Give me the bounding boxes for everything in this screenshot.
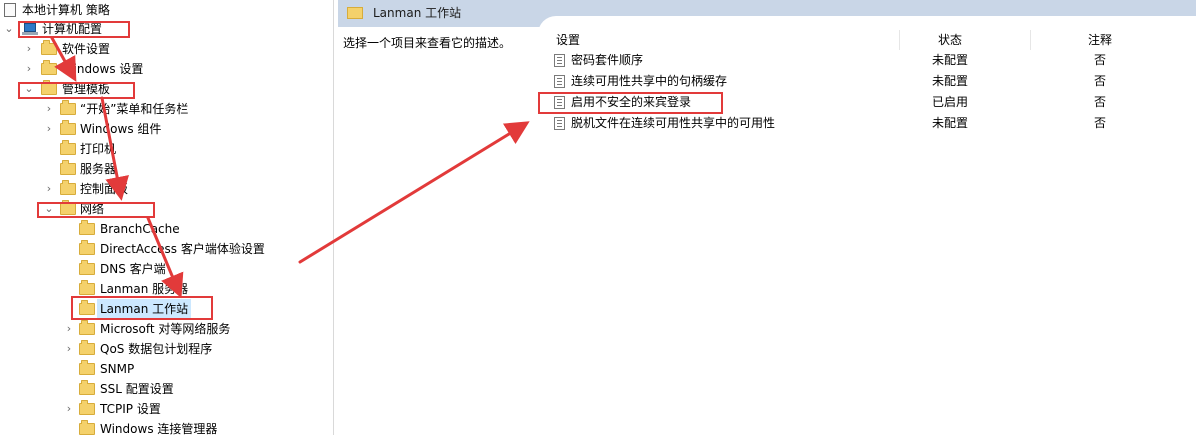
tree-item-label: Lanman 工作站 [97,299,192,319]
chevron-right-icon[interactable]: › [63,319,75,339]
policy-setting-icon [554,117,565,130]
chevron-down-icon[interactable]: ⌄ [43,199,55,219]
policy-name: 启用不安全的来宾登录 [571,95,692,109]
column-header-setting[interactable]: 设置 [556,30,580,50]
folder-icon [79,280,95,295]
chevron-right-icon[interactable]: › [43,119,55,139]
policy-note: 否 [1094,74,1107,88]
policy-row[interactable]: 密码套件顺序 未配置 否 [554,50,1194,71]
folder-icon [79,260,95,275]
policy-setting-icon [554,54,565,67]
chevron-right-icon[interactable]: › [63,399,75,419]
tree-item-label: TCPIP 设置 [100,402,161,416]
chevron-down-icon[interactable]: ⌄ [23,79,35,99]
tree-item-label: SSL 配置设置 [100,382,174,396]
policy-document-icon [4,3,16,17]
folder-icon [79,240,95,255]
tree-item-label: DNS 客户端 [100,262,166,276]
tree-item-label: 网络 [80,202,105,216]
folder-icon [79,220,95,235]
column-header-note[interactable]: 注释 [1088,30,1112,50]
tree-item-label: 控制面板 [80,182,129,196]
pane-title: Lanman 工作站 [373,6,462,20]
policy-setting-icon [554,75,565,88]
tree-item-label: Microsoft 对等网络服务 [100,322,231,336]
folder-icon [79,300,95,315]
policy-state: 已启用 [932,95,969,109]
tree-item-label: SNMP [100,362,135,376]
description-area [338,27,538,435]
description-text: 选择一个项目来查看它的描述。 [343,36,512,50]
chevron-right-icon[interactable]: › [43,99,55,119]
policy-row[interactable]: 连续可用性共享中的句柄缓存 未配置 否 [554,71,1194,92]
column-divider[interactable] [899,30,900,50]
tree-item-label: 软件设置 [62,42,111,56]
tree-item-label: BranchCache [100,222,180,236]
tree-item-label: Windows 设置 [62,62,144,76]
chevron-right-icon[interactable]: › [23,59,35,79]
policy-note: 否 [1094,95,1107,109]
policy-name: 脱机文件在连续可用性共享中的可用性 [571,116,776,130]
policy-row[interactable]: 脱机文件在连续可用性共享中的可用性 未配置 否 [554,113,1194,134]
folder-icon [41,60,57,75]
folder-icon [41,40,57,55]
folder-icon [79,340,95,355]
tree-item-label: Lanman 服务器 [100,282,189,296]
computer-icon [22,23,38,35]
folder-icon [60,140,76,155]
folder-icon [347,7,363,19]
folder-icon [60,120,76,135]
folder-icon [41,80,57,95]
folder-icon [60,100,76,115]
tree-item-label: 管理模板 [62,82,111,96]
folder-icon [60,160,76,175]
tree-item-label: Windows 组件 [80,122,162,136]
details-pane: Lanman 工作站 选择一个项目来查看它的描述。 设置 状态 注释 密码套件顺… [338,0,1196,435]
folder-icon [79,400,95,415]
column-header-state[interactable]: 状态 [938,30,962,50]
policy-state: 未配置 [932,53,969,67]
policy-state: 未配置 [932,74,969,88]
tree-item-label: 打印机 [80,142,117,156]
chevron-down-icon[interactable]: ⌄ [3,19,15,39]
chevron-right-icon[interactable]: › [23,39,35,59]
folder-icon [79,380,95,395]
folder-icon [79,420,95,435]
tree-item-label: DirectAccess 客户端体验设置 [100,242,265,256]
tree-item-label: 服务器 [80,162,117,176]
tree-item-label: “开始”菜单和任务栏 [80,102,189,116]
chevron-right-icon[interactable]: › [43,179,55,199]
chevron-right-icon[interactable]: › [63,339,75,359]
folder-icon [79,360,95,375]
navigation-tree: 本地计算机 策略 ⌄ 计算机配置 › 软件设置 › Windows 设置 ⌄ 管… [0,0,334,435]
tree-item-label: QoS 数据包计划程序 [100,342,213,356]
column-divider[interactable] [1030,30,1031,50]
policy-setting-icon [554,96,565,109]
folder-icon [60,200,76,215]
policy-note: 否 [1094,53,1107,67]
policy-name: 连续可用性共享中的句柄缓存 [571,74,728,88]
folder-icon [60,180,76,195]
tree-item-label: Windows 连接管理器 [100,422,218,435]
policy-state: 未配置 [932,116,969,130]
policy-name: 密码套件顺序 [571,53,644,67]
tree-item-label: 本地计算机 策略 [22,3,110,17]
folder-icon [79,320,95,335]
tree-item-label: 计算机配置 [42,22,103,36]
policy-row-insecure-guest-logon[interactable]: 启用不安全的来宾登录 已启用 否 [554,92,1194,113]
policy-note: 否 [1094,116,1107,130]
